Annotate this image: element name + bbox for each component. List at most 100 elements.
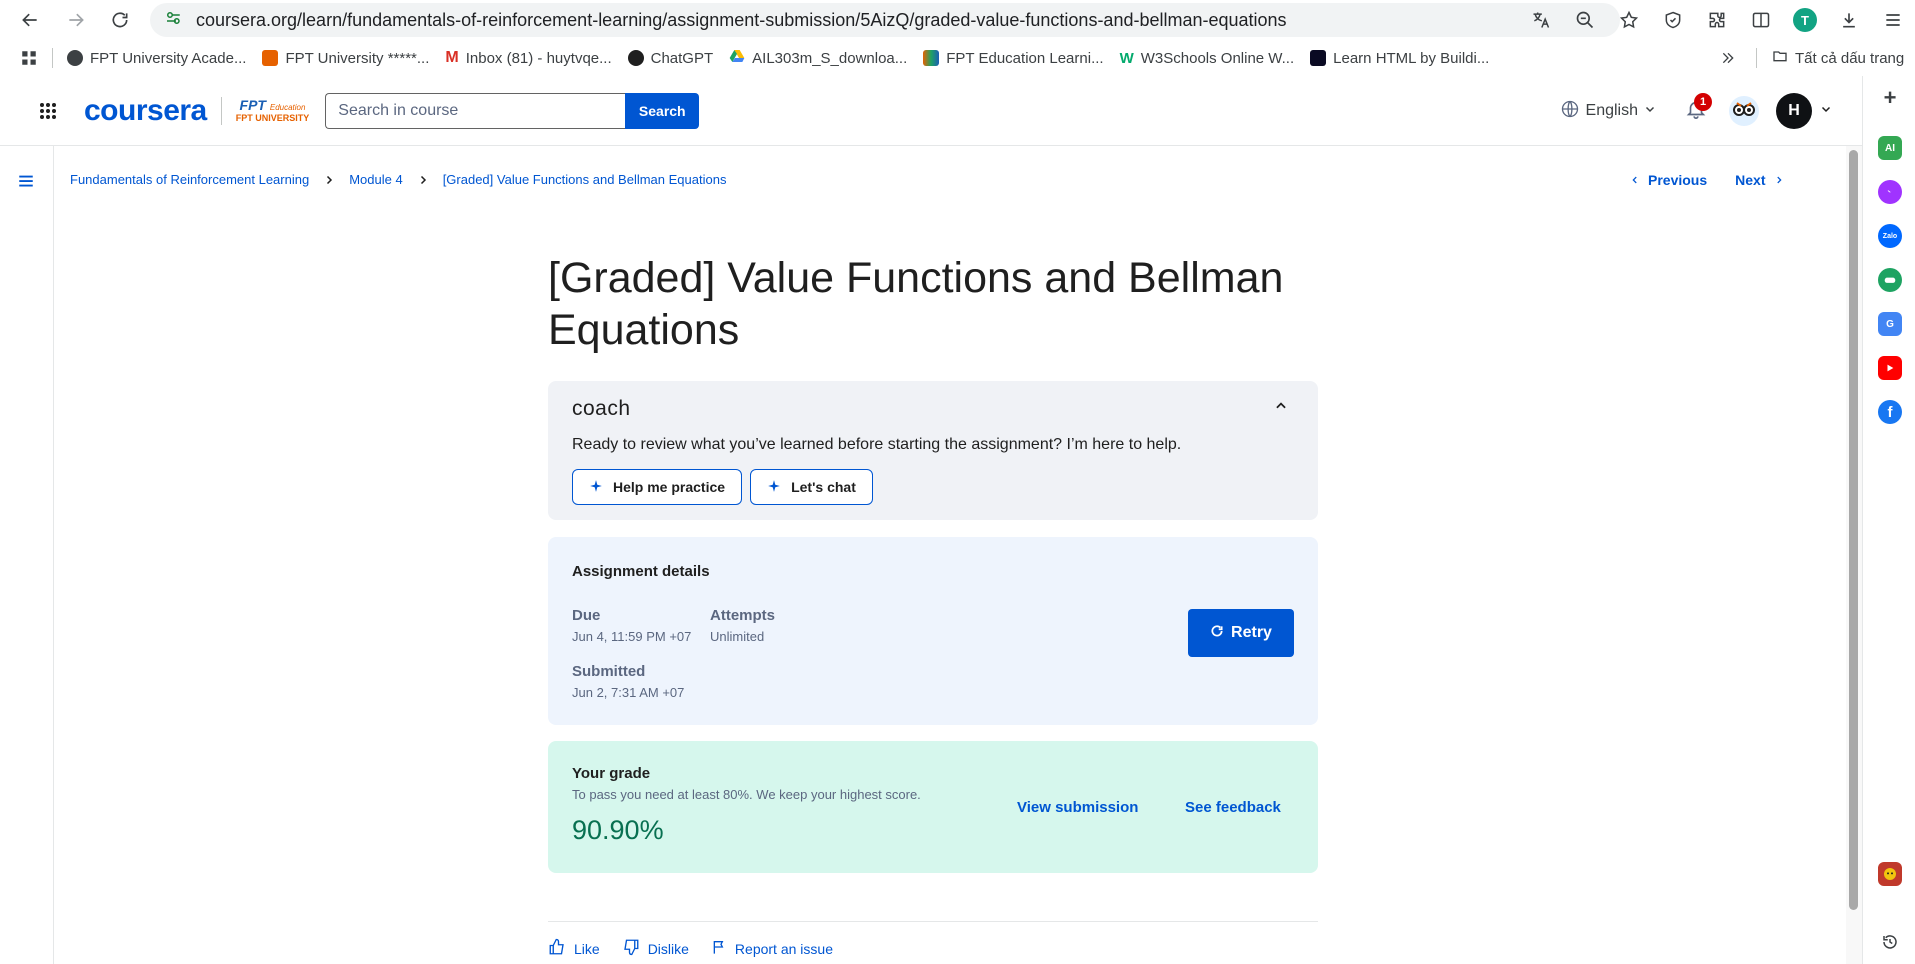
- shield-extension-icon[interactable]: [1651, 0, 1695, 40]
- breadcrumb-course[interactable]: Fundamentals of Reinforcement Learning: [70, 172, 309, 187]
- add-icon[interactable]: +: [1878, 85, 1902, 110]
- bookmarks-divider: [1756, 48, 1757, 68]
- fpt-education-icon: [923, 50, 940, 66]
- chevron-down-icon[interactable]: [1820, 102, 1832, 120]
- report-issue-button[interactable]: Report an issue: [711, 938, 833, 959]
- view-submission-link[interactable]: View submission: [1017, 799, 1138, 816]
- page-scrollbar[interactable]: [1846, 146, 1862, 964]
- bookmark-item[interactable]: FPT Education Learni...: [915, 44, 1111, 72]
- game-avatar-icon[interactable]: [1878, 862, 1902, 886]
- downloads-icon[interactable]: [1827, 0, 1871, 40]
- help-me-practice-button[interactable]: Help me practice: [572, 469, 743, 505]
- coach-panel: coach Ready to review what you’ve learne…: [548, 381, 1318, 520]
- back-icon[interactable]: [14, 4, 46, 36]
- language-selector[interactable]: English: [1560, 99, 1656, 124]
- sparkle-icon: [767, 479, 781, 496]
- bookmark-item[interactable]: FPT University *****...: [254, 44, 437, 72]
- page-title: [Graded] Value Functions and Bellman Equ…: [548, 254, 1284, 354]
- coursera-header: coursera FPT Education FPT UNIVERSITY Se…: [0, 76, 1862, 146]
- user-avatar[interactable]: H: [1776, 93, 1812, 129]
- address-bar[interactable]: coursera.org/learn/fundamentals-of-reinf…: [150, 3, 1620, 37]
- notifications-button[interactable]: 1: [1680, 93, 1712, 127]
- due-value: Jun 4, 11:59 PM +07: [572, 629, 692, 644]
- coursera-logo[interactable]: coursera: [84, 94, 207, 128]
- chevron-right-icon: [323, 174, 335, 186]
- grade-requirement: To pass you need at least 80%. We keep y…: [572, 787, 921, 802]
- bookmark-item[interactable]: AIL303m_S_downloa...: [721, 44, 915, 72]
- grade-card: Your grade To pass you need at least 80%…: [548, 741, 1318, 873]
- next-button[interactable]: Next: [1735, 172, 1783, 188]
- grade-value: 90.90%: [572, 815, 664, 845]
- grade-title: Your grade: [572, 765, 651, 782]
- previous-button[interactable]: Previous: [1630, 172, 1707, 188]
- coach-logo: coach: [572, 397, 631, 420]
- apps-grid-icon[interactable]: [0, 44, 46, 72]
- reload-icon[interactable]: [104, 4, 136, 36]
- bookmark-item[interactable]: ChatGPT: [620, 44, 722, 72]
- zalo-icon[interactable]: Zalo: [1878, 224, 1902, 248]
- chevron-right-icon: [417, 174, 429, 186]
- see-feedback-link[interactable]: See feedback: [1185, 799, 1281, 816]
- dislike-button[interactable]: Dislike: [622, 938, 689, 959]
- logo-divider: [220, 96, 222, 125]
- bookmark-item[interactable]: M Inbox (81) - huytvqe...: [437, 44, 619, 72]
- retry-icon: [1210, 624, 1224, 643]
- sparkle-icon: [589, 479, 603, 496]
- site-info-icon[interactable]: [164, 9, 182, 32]
- browser-side-panel: + AI Zalo G f: [1862, 76, 1915, 964]
- bookmarks-bar: FPT University Acade... FPT University *…: [0, 40, 1915, 76]
- gamepad-icon[interactable]: [1878, 268, 1902, 292]
- bookmark-star-icon[interactable]: [1607, 0, 1651, 40]
- notification-badge: 1: [1694, 93, 1712, 111]
- fpt-favicon: [262, 50, 279, 66]
- fpt-university-logo[interactable]: FPT Education FPT UNIVERSITY: [236, 98, 310, 123]
- submitted-value: Jun 2, 7:31 AM +07: [572, 685, 685, 700]
- history-icon[interactable]: [1878, 930, 1902, 954]
- like-button[interactable]: Like: [548, 938, 600, 959]
- profile-avatar[interactable]: T: [1783, 0, 1827, 40]
- forward-icon[interactable]: [60, 4, 92, 36]
- retry-button[interactable]: Retry: [1188, 609, 1294, 657]
- extensions-icon[interactable]: [1695, 0, 1739, 40]
- zoom-out-icon[interactable]: [1563, 0, 1607, 40]
- bookmarks-divider: [52, 48, 53, 68]
- more-bookmarks-icon[interactable]: [1712, 44, 1744, 72]
- menu-icon[interactable]: [1871, 0, 1915, 40]
- bookmark-item[interactable]: W W3Schools Online W...: [1112, 44, 1303, 72]
- translate-icon[interactable]: [1519, 0, 1563, 40]
- flag-icon: [711, 939, 727, 958]
- apps-menu-icon[interactable]: [28, 91, 68, 131]
- messenger-icon[interactable]: [1878, 180, 1902, 204]
- scrollbar-thumb[interactable]: [1849, 150, 1858, 910]
- google-translate-icon[interactable]: G: [1878, 312, 1902, 336]
- breadcrumb: Fundamentals of Reinforcement Learning M…: [70, 172, 726, 187]
- search-input[interactable]: [325, 92, 626, 129]
- chevron-down-icon: [1644, 102, 1656, 120]
- search-button[interactable]: Search: [625, 92, 700, 129]
- breadcrumb-module[interactable]: Module 4: [349, 172, 402, 187]
- course-search: Search: [325, 92, 700, 129]
- thumbs-down-icon: [622, 938, 640, 959]
- url-text[interactable]: coursera.org/learn/fundamentals-of-reinf…: [196, 10, 1287, 31]
- chevron-up-icon[interactable]: [1274, 399, 1292, 417]
- ai-assistant-icon[interactable]: AI: [1878, 136, 1902, 160]
- facebook-icon[interactable]: f: [1878, 400, 1902, 424]
- assignment-details-card: Assignment details Due Jun 4, 11:59 PM +…: [548, 537, 1318, 725]
- freecodecamp-icon: [1310, 50, 1327, 66]
- google-drive-icon: [729, 48, 745, 68]
- coach-message: Ready to review what you’ve learned befo…: [572, 436, 1182, 453]
- folder-icon: [1772, 48, 1788, 68]
- youtube-icon[interactable]: [1878, 356, 1902, 380]
- content-divider: [548, 921, 1318, 922]
- bookmark-item[interactable]: Learn HTML by Buildi...: [1302, 44, 1497, 72]
- hamburger-menu-icon[interactable]: [17, 172, 37, 192]
- bookmark-item[interactable]: FPT University Acade...: [59, 44, 254, 72]
- lets-chat-button[interactable]: Let's chat: [750, 469, 873, 505]
- item-navigation: Previous Next: [1630, 172, 1784, 188]
- side-panel-icon[interactable]: [1739, 0, 1783, 40]
- course-nav-rail: [0, 146, 54, 964]
- breadcrumb-current[interactable]: [Graded] Value Functions and Bellman Equ…: [443, 172, 727, 187]
- all-bookmarks[interactable]: Tất cả dấu trang: [1764, 44, 1912, 72]
- coach-avatar-icon[interactable]: [1728, 95, 1760, 127]
- due-label: Due: [572, 607, 601, 624]
